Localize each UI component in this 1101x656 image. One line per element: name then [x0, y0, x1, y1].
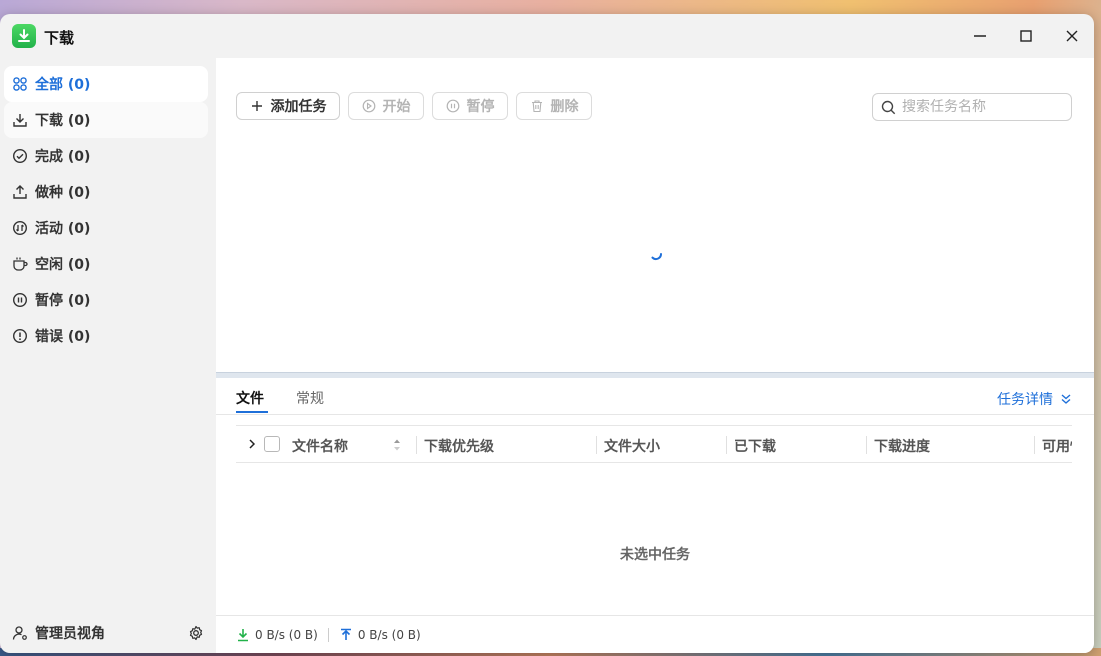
download-speed: 0 B/s (0 B): [255, 627, 318, 642]
sidebar-item-completed[interactable]: 完成 (0): [4, 138, 208, 174]
start-label: 开始: [382, 99, 411, 115]
tab-files[interactable]: 文件: [236, 388, 264, 408]
sidebar: 全部 (0) 下载 (0) 完成 (0) 做种 (0) 活动 (0) 空闲 (0…: [0, 58, 216, 653]
play-circle-icon: [362, 99, 376, 113]
column-availability[interactable]: 可用性: [1042, 436, 1072, 456]
upload-speed-icon: [339, 628, 353, 642]
status-bar: 0 B/s (0 B) 0 B/s (0 B): [216, 615, 1094, 653]
sidebar-item-idle[interactable]: 空闲 (0): [4, 246, 208, 282]
task-details-label: 任务详情: [997, 392, 1053, 408]
panel-splitter[interactable]: [216, 372, 1094, 378]
column-separator: [416, 436, 417, 454]
sidebar-item-label: 错误 (0): [35, 329, 91, 345]
cup-icon: [12, 256, 28, 272]
column-download-progress[interactable]: 下载进度: [874, 436, 930, 456]
sidebar-item-downloading[interactable]: 下载 (0): [4, 102, 208, 138]
search-input[interactable]: [902, 99, 1062, 115]
task-details-toggle[interactable]: 任务详情: [997, 389, 1072, 409]
sidebar-item-seeding[interactable]: 做种 (0): [4, 174, 208, 210]
loading-spinner-icon: [646, 244, 666, 268]
files-table-header: 文件名称 下载优先级 文件大小 已下载 下载进度 可用性: [236, 425, 1072, 463]
maximize-button[interactable]: [1014, 24, 1038, 48]
column-separator: [596, 436, 597, 454]
sidebar-item-label: 下载 (0): [35, 113, 91, 129]
column-file-name[interactable]: 文件名称: [292, 436, 348, 456]
sidebar-item-label: 暂停 (0): [35, 293, 91, 309]
add-task-label: 添加任务: [270, 99, 327, 115]
upload-icon: [12, 184, 28, 200]
app-title: 下载: [44, 29, 75, 47]
plus-icon: [250, 99, 264, 113]
main-panel: 添加任务 开始 暂停 删除 文件 常规: [216, 58, 1094, 653]
sidebar-item-label: 活动 (0): [35, 221, 91, 237]
tab-general[interactable]: 常规: [296, 388, 324, 408]
minimize-button[interactable]: [968, 24, 992, 48]
delete-label: 删除: [550, 99, 579, 115]
trash-icon: [530, 99, 544, 113]
close-icon: [1066, 30, 1078, 42]
sidebar-item-label: 全部 (0): [35, 77, 91, 93]
double-chevron-down-icon: [1061, 394, 1071, 404]
start-button[interactable]: 开始: [348, 92, 424, 120]
column-downloaded[interactable]: 已下载: [734, 436, 776, 456]
admin-view-label: 管理员视角: [35, 626, 105, 642]
active-tab-indicator: [236, 411, 268, 413]
column-separator: [726, 436, 727, 454]
close-button[interactable]: [1060, 24, 1084, 48]
pause-button[interactable]: 暂停: [432, 92, 508, 120]
status-separator: [327, 627, 329, 642]
sidebar-item-label: 完成 (0): [35, 149, 91, 165]
sidebar-item-label: 空闲 (0): [35, 257, 91, 273]
app-window: 下载 全部 (0) 下载 (0) 完成 (0) 做种 (0) 活动 (0) 空闲…: [0, 14, 1094, 653]
sidebar-item-all[interactable]: 全部 (0): [4, 66, 208, 102]
alert-circle-icon: [12, 328, 28, 344]
sidebar-item-active[interactable]: 活动 (0): [4, 210, 208, 246]
search-icon: [881, 100, 896, 114]
pause-circle-icon: [446, 99, 460, 113]
column-separator: [1034, 436, 1035, 454]
column-file-size[interactable]: 文件大小: [604, 436, 660, 456]
user-admin-icon: [12, 625, 28, 641]
task-search-box[interactable]: [872, 93, 1072, 121]
sidebar-item-label: 做种 (0): [35, 185, 91, 201]
minimize-icon: [974, 35, 986, 37]
select-all-checkbox[interactable]: [264, 436, 280, 452]
pause-label: 暂停: [466, 99, 495, 115]
pause-circle-icon: [12, 292, 28, 308]
tabs-divider: [216, 414, 1094, 415]
admin-view-toggle[interactable]: 管理员视角: [0, 613, 216, 653]
maximize-icon: [1020, 30, 1032, 42]
check-circle-icon: [12, 148, 28, 164]
title-bar: 下载: [0, 14, 1094, 58]
no-task-selected-message: 未选中任务: [620, 547, 690, 563]
download-icon: [12, 112, 28, 128]
activity-icon: [12, 220, 28, 236]
expand-chevron-icon[interactable]: [246, 438, 258, 450]
download-speed-icon: [236, 628, 250, 642]
column-download-priority[interactable]: 下载优先级: [424, 436, 494, 456]
settings-gear-icon[interactable]: [188, 625, 204, 641]
sidebar-item-error[interactable]: 错误 (0): [4, 318, 208, 354]
delete-button[interactable]: 删除: [516, 92, 592, 120]
sort-icon[interactable]: [392, 437, 402, 453]
sidebar-item-paused[interactable]: 暂停 (0): [4, 282, 208, 318]
upload-speed: 0 B/s (0 B): [357, 627, 421, 642]
app-download-icon: [12, 24, 36, 48]
add-task-button[interactable]: 添加任务: [236, 92, 340, 120]
grid-icon: [12, 76, 28, 92]
column-separator: [866, 436, 867, 454]
